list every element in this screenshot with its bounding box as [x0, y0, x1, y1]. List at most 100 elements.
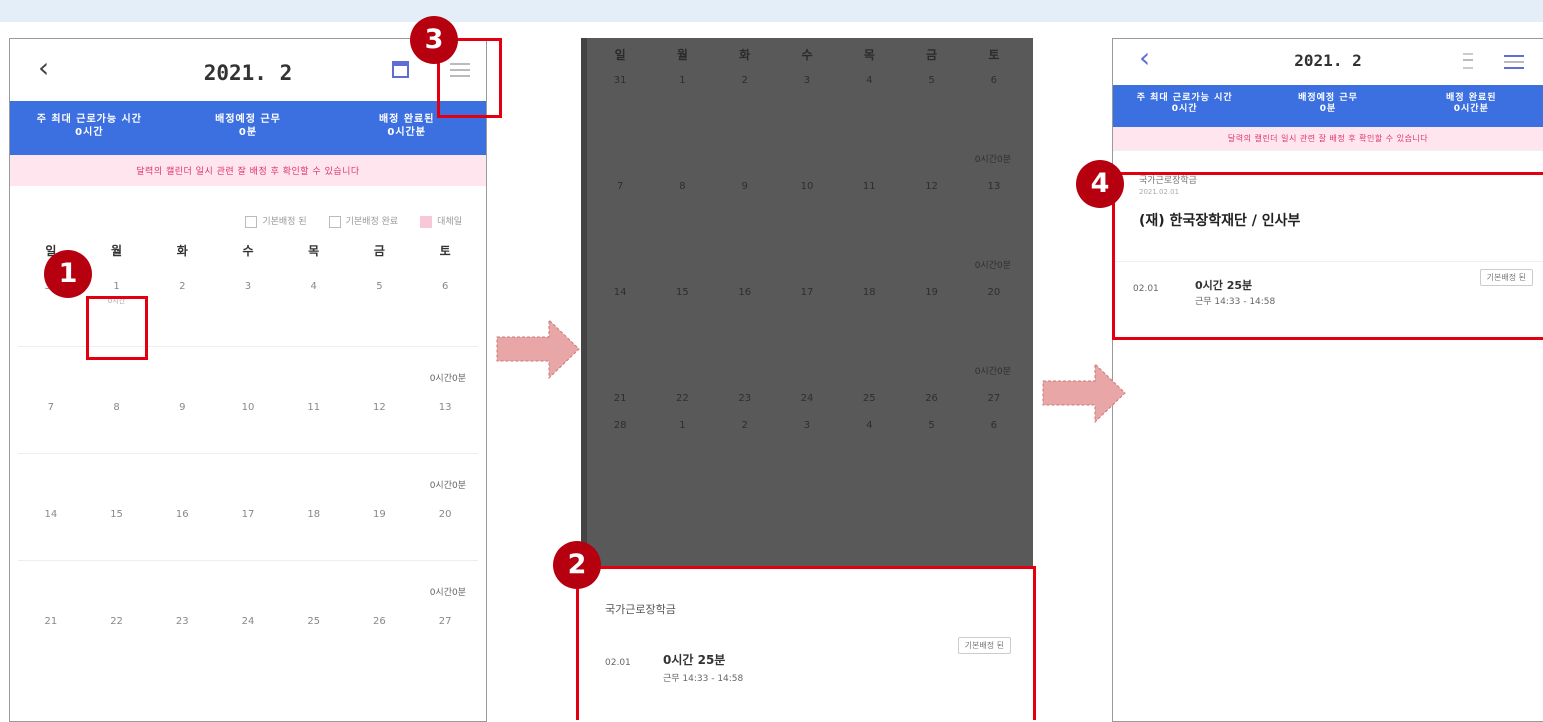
day-number: 22 — [676, 393, 689, 404]
day-cell[interactable]: 24 — [215, 604, 281, 641]
day-cell[interactable]: 23 — [714, 385, 776, 412]
day-cell[interactable]: 20 — [963, 279, 1025, 306]
day-number: 2 — [179, 280, 186, 292]
day-cell[interactable]: 16 — [714, 279, 776, 306]
day-number: 31 — [613, 75, 627, 86]
week-total: 0시간0분 — [18, 559, 478, 604]
day-cell[interactable]: 25 — [281, 604, 347, 641]
day-cell[interactable]: 1 — [651, 412, 713, 439]
day-number: 22 — [110, 615, 123, 627]
weekday-header: 목 — [308, 243, 320, 258]
day-cell[interactable]: 21 — [18, 604, 84, 641]
day-number: 9 — [741, 181, 748, 192]
day-cell[interactable]: 16 — [149, 497, 215, 534]
legend-item: 기본배정 된 — [245, 214, 306, 228]
day-cell[interactable]: 2 — [714, 67, 776, 94]
day-number: 20 — [438, 508, 452, 520]
weekday-header: 수 — [801, 48, 813, 62]
day-cell[interactable]: 5 — [900, 412, 962, 439]
day-cell[interactable]: 25 — [838, 385, 900, 412]
weekday-header: 금 — [373, 243, 385, 258]
list-view-icon[interactable] — [1504, 55, 1524, 69]
day-number: 7 — [47, 401, 55, 413]
day-cell[interactable]: 15 — [84, 497, 150, 534]
next-step-arrow — [1042, 362, 1126, 424]
day-cell[interactable]: 4 — [281, 269, 347, 320]
calendar-view-icon[interactable] — [1463, 53, 1473, 69]
day-cell[interactable]: 8 — [84, 390, 150, 427]
day-number: 2 — [741, 75, 748, 86]
day-cell[interactable]: 18 — [838, 279, 900, 306]
day-cell[interactable]: 27 — [412, 604, 478, 641]
day-cell[interactable]: 14 — [589, 279, 651, 306]
day-number: 8 — [679, 181, 686, 192]
day-cell[interactable]: 19 — [347, 497, 413, 534]
day-cell[interactable]: 4 — [838, 412, 900, 439]
day-number: 1 — [679, 75, 686, 86]
day-cell[interactable]: 22 — [84, 604, 150, 641]
day-cell[interactable]: 8 — [651, 173, 713, 200]
day-cell[interactable]: 6 — [963, 412, 1025, 439]
day-number: 6 — [441, 280, 449, 292]
dim-overlay: 일 월 화 수 목 금 토 31 1 2 3 4 5 6 0시간0분 7 8 9 10 11 12 13 0시간0분 14 15… — [581, 38, 1033, 566]
day-cell[interactable]: 7 — [589, 173, 651, 200]
legend-item: 기본배정 완료 — [329, 214, 399, 228]
day-cell[interactable]: 27 — [963, 385, 1025, 412]
day-cell[interactable]: 23 — [149, 604, 215, 641]
day-cell[interactable]: 22 — [651, 385, 713, 412]
day-cell[interactable]: 24 — [776, 385, 838, 412]
day-number: 16 — [738, 287, 752, 298]
day-number: 14 — [613, 287, 627, 298]
day-number: 23 — [738, 393, 752, 404]
day-cell[interactable]: 3 — [215, 269, 281, 320]
day-cell[interactable]: 6 — [412, 269, 478, 320]
day-cell[interactable]: 10 — [776, 173, 838, 200]
month-title: 2021. 2 — [203, 61, 293, 85]
day-cell[interactable]: 13 — [412, 390, 478, 427]
day-number: 5 — [928, 75, 935, 86]
day-cell[interactable]: 12 — [347, 390, 413, 427]
day-number: 21 — [44, 615, 58, 627]
day-cell[interactable]: 4 — [838, 67, 900, 94]
day-cell[interactable]: 15 — [651, 279, 713, 306]
calendar-view-icon[interactable] — [392, 61, 409, 78]
day-cell[interactable]: 11 — [838, 173, 900, 200]
day-cell[interactable]: 11 — [281, 390, 347, 427]
day-number: 24 — [241, 615, 255, 627]
day-cell[interactable]: 7 — [18, 390, 84, 427]
day-cell[interactable]: 18 — [281, 497, 347, 534]
week-total: 0시간0분 — [974, 261, 1011, 271]
day-cell[interactable]: 2 — [714, 412, 776, 439]
day-cell[interactable]: 21 — [589, 385, 651, 412]
day-cell[interactable]: 9 — [714, 173, 776, 200]
day-cell[interactable]: 19 — [900, 279, 962, 306]
day-number: 5 — [928, 420, 935, 431]
day-cell[interactable]: 3 — [776, 67, 838, 94]
day-cell[interactable]: 20 — [412, 497, 478, 534]
day-number: 16 — [175, 508, 189, 520]
day-cell[interactable]: 31 — [589, 67, 651, 94]
day-number: 12 — [925, 181, 938, 192]
day-cell[interactable]: 3 — [776, 412, 838, 439]
day-cell[interactable]: 12 — [900, 173, 962, 200]
day-cell[interactable]: 6 — [963, 67, 1025, 94]
day-cell[interactable]: 5 — [900, 67, 962, 94]
day-cell[interactable]: 28 — [589, 412, 651, 439]
day-cell[interactable]: 5 — [347, 269, 413, 320]
day-number: 4 — [866, 75, 873, 86]
highlight-record-box — [1112, 172, 1543, 340]
day-cell[interactable]: 9 — [149, 390, 215, 427]
day-cell[interactable]: 13 — [963, 173, 1025, 200]
day-cell[interactable]: 26 — [900, 385, 962, 412]
day-cell[interactable]: 1 — [651, 67, 713, 94]
day-number: 1 — [679, 420, 686, 431]
list-header: ‹ 2021. 2 — [1113, 39, 1543, 85]
day-cell[interactable]: 17 — [776, 279, 838, 306]
day-cell[interactable]: 26 — [347, 604, 413, 641]
day-cell[interactable]: 14 — [18, 497, 84, 534]
day-cell[interactable]: 2 — [149, 269, 215, 320]
highlight-detail-card-box — [576, 566, 1036, 720]
day-cell[interactable]: 10 — [215, 390, 281, 427]
day-cell[interactable]: 17 — [215, 497, 281, 534]
day-number: 18 — [307, 508, 321, 520]
